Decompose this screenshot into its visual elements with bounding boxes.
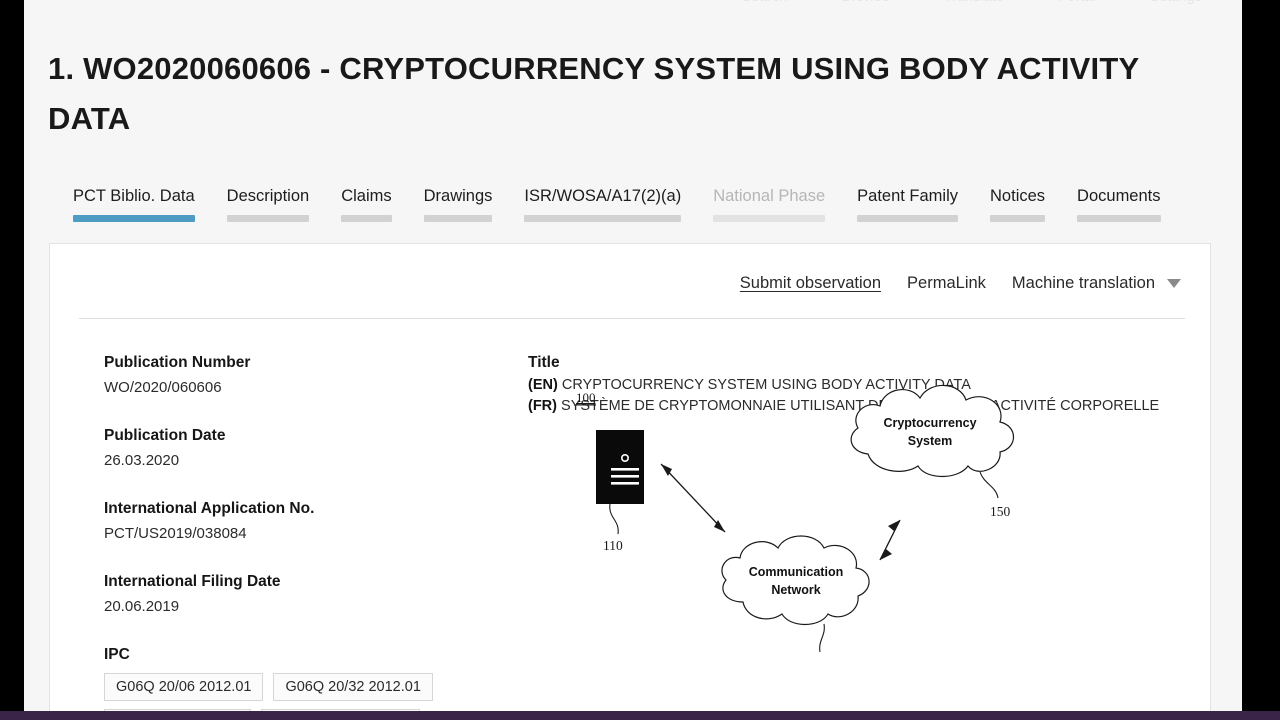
ipc-code-list: G06Q 20/06 2012.01 G06Q 20/32 2012.01 H0… [104, 672, 494, 712]
topnav-item-search[interactable]: Search [741, 0, 787, 5]
tab-label: National Phase [713, 187, 826, 205]
topnav-item-browse[interactable]: Browse [841, 0, 889, 5]
tab-label: Description [226, 187, 310, 205]
tab-pct-biblio-data[interactable]: PCT Biblio. Data [49, 183, 211, 222]
tab-isr-wosa[interactable]: ISR/WOSA/A17(2)(a) [508, 183, 697, 222]
communication-network-label-line1: Communication [749, 565, 843, 579]
machine-translation-dropdown[interactable]: Machine translation [1012, 274, 1155, 293]
tab-notices[interactable]: Notices [974, 183, 1061, 222]
tab-label: Documents [1077, 187, 1161, 205]
device-reference-label: 110 [603, 538, 623, 553]
tab-underline [73, 215, 195, 222]
patent-drawing[interactable]: 100 110 Communication Network Cryptocurr… [528, 372, 1188, 672]
ipc-chip[interactable]: G06Q 20/06 2012.01 [104, 672, 264, 701]
ipc-code-row: G06Q 20/06 2012.01 G06Q 20/32 2012.01 [104, 672, 494, 701]
permalink-link[interactable]: PermaLink [907, 274, 986, 293]
field-value: 26.03.2020 [104, 452, 180, 470]
bottom-status-bar [0, 711, 1280, 720]
field-value: PCT/US2019/038084 [104, 524, 247, 542]
tab-underline [713, 215, 826, 222]
device-leader-line [609, 503, 619, 535]
submit-observation-link[interactable]: Submit observation [740, 274, 881, 293]
letterbox-left [0, 0, 24, 720]
cryptocurrency-system-label-line2: System [908, 434, 952, 448]
communication-network-cloud: Communication Network [721, 535, 870, 653]
field-international-filing-date: International Filing Date 20.06.2019 [104, 569, 494, 620]
tab-documents[interactable]: Documents [1061, 183, 1176, 222]
field-label: IPC [104, 645, 130, 663]
tab-underline [226, 215, 310, 222]
field-label: International Filing Date [104, 572, 281, 590]
action-links: Submit observation PermaLink Machine tra… [740, 274, 1181, 293]
tab-description[interactable]: Description [211, 183, 326, 222]
tab-label: Drawings [423, 187, 493, 205]
arrowhead-to-network-2 [880, 549, 892, 560]
screen: Search Browse Translate Portal Settings … [0, 0, 1280, 720]
field-label: Publication Number [104, 354, 251, 371]
content-card: Submit observation PermaLink Machine tra… [49, 243, 1211, 713]
device-body [596, 430, 644, 504]
chevron-down-icon[interactable] [1167, 279, 1181, 288]
tab-underline [990, 215, 1046, 222]
tab-bar: PCT Biblio. Data Description Claims Draw… [49, 183, 1177, 222]
top-navigation: Search Browse Translate Portal Settings [24, 0, 1242, 6]
tab-underline [1077, 215, 1161, 222]
field-international-application-no: International Application No. PCT/US2019… [104, 496, 494, 547]
field-ipc: IPC G06Q 20/06 2012.01 G06Q 20/32 2012.0… [104, 642, 494, 712]
tab-underline [524, 215, 682, 222]
tab-label: Claims [341, 187, 392, 205]
arrowhead-to-crypto [888, 520, 900, 531]
topnav-item-translate[interactable]: Translate [944, 0, 1004, 5]
bibliographic-fields: Publication Number WO/2020/060606 Public… [104, 350, 494, 712]
tab-drawings[interactable]: Drawings [408, 183, 509, 222]
field-publication-date: Publication Date 26.03.2020 [104, 423, 494, 474]
topnav-item-portal[interactable]: Portal [1058, 0, 1096, 5]
field-value: WO/2020/060606 [104, 379, 222, 397]
tab-underline [423, 215, 493, 222]
ipc-chip[interactable]: G06Q 20/32 2012.01 [273, 672, 433, 701]
header-divider [79, 318, 1185, 319]
page-title: 1. WO2020060606 - CRYPTOCURRENCY SYSTEM … [48, 51, 1139, 137]
topnav-item-settings[interactable]: Settings [1150, 0, 1202, 5]
field-label: International Application No. [104, 499, 315, 517]
figure-number-label: 100 [576, 390, 596, 405]
tab-label: Patent Family [857, 187, 959, 205]
cryptocurrency-system-label-line1: Cryptocurrency [883, 416, 976, 430]
field-label: Publication Date [104, 426, 226, 444]
communication-network-label-line2: Network [771, 583, 820, 597]
field-publication-number: Publication Number WO/2020/060606 [104, 350, 494, 401]
tab-underline [857, 215, 959, 222]
tab-national-phase: National Phase [697, 183, 841, 222]
browser-page: Search Browse Translate Portal Settings … [24, 0, 1242, 713]
tab-label: ISR/WOSA/A17(2)(a) [524, 187, 682, 205]
field-value: 20.06.2019 [104, 597, 180, 615]
letterbox-right [1242, 0, 1280, 720]
tab-label: Notices [990, 187, 1046, 205]
tab-claims[interactable]: Claims [325, 183, 407, 222]
tab-label: PCT Biblio. Data [73, 187, 195, 205]
cryptocurrency-system-reference-label: 150 [990, 504, 1011, 519]
cryptocurrency-system-cloud: Cryptocurrency System 150 [850, 384, 1015, 519]
patent-drawing-svg: 100 110 Communication Network Cryptocurr… [574, 384, 1015, 653]
tab-underline [341, 215, 392, 222]
tab-patent-family[interactable]: Patent Family [841, 183, 974, 222]
